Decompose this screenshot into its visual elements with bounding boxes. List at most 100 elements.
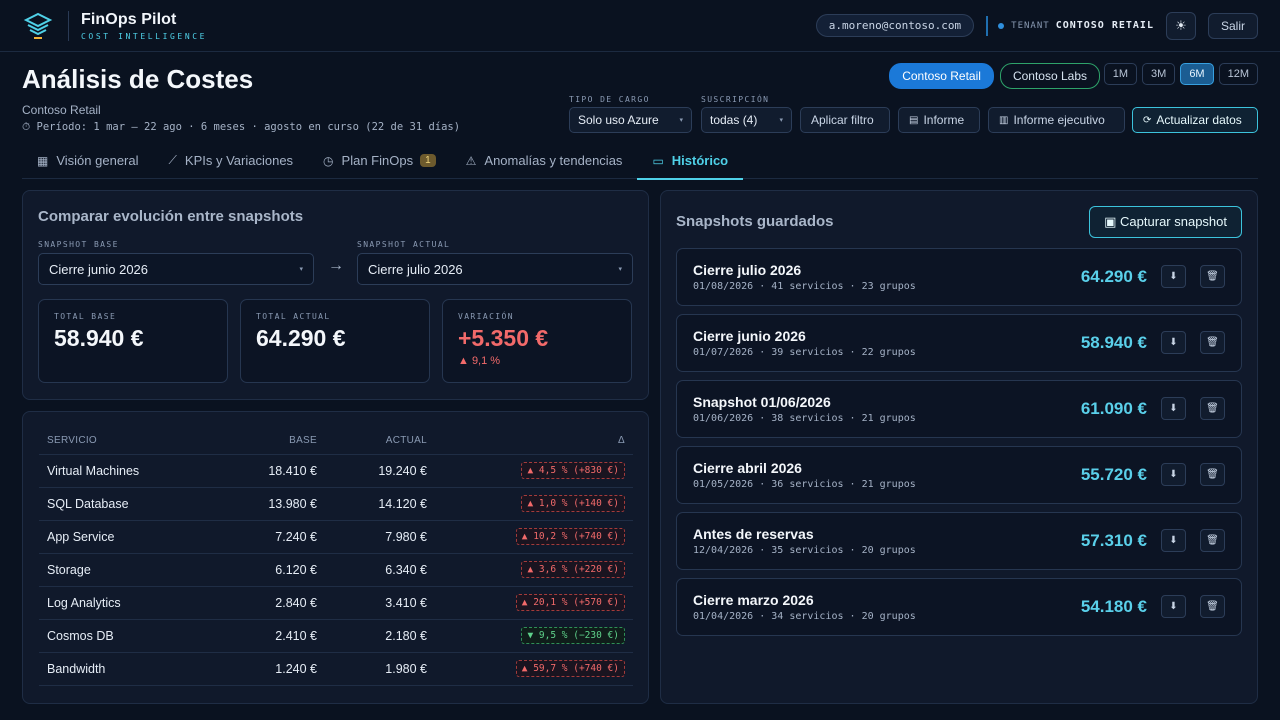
- cell-current: 7.980 €: [317, 520, 427, 554]
- executive-report-button[interactable]: ▥ Informe ejecutivo: [988, 107, 1125, 133]
- refresh-data-label: Actualizar datos: [1156, 113, 1242, 127]
- charge-type-value: Solo uso Azure: [578, 113, 659, 127]
- chevron-down-icon: ▾: [679, 117, 683, 124]
- tab-badge: 1: [420, 154, 436, 167]
- arrow-right-icon: →: [328, 257, 344, 274]
- app-logo-icon: [23, 12, 53, 39]
- calendar-icon: ▭: [652, 153, 664, 168]
- base-snapshot-select[interactable]: Cierre junio 2026 ▾: [38, 253, 314, 285]
- snapshot-name: Cierre junio 2026: [693, 328, 806, 344]
- cell-service: Storage: [39, 553, 189, 587]
- kpi-total-actual: TOTAL ACTUAL 64.290 €: [240, 299, 430, 383]
- clock-icon: ⏱: [22, 121, 31, 133]
- tab-vision-general[interactable]: ▦ Visión general: [22, 142, 154, 179]
- snapshot-name: Cierre julio 2026: [693, 262, 802, 278]
- services-table-panel: SERVICIO BASE ACTUAL Δ Virtual Machines 1…: [22, 411, 649, 704]
- delete-snapshot-button[interactable]: 🗑: [1200, 331, 1225, 354]
- executive-report-label: Informe ejecutivo: [1013, 113, 1105, 127]
- table-row: Storage 6.120 €6.340 € ▲ 3,6 % (+220 €): [39, 553, 633, 587]
- trash-icon: 🗑: [1206, 337, 1219, 348]
- delete-snapshot-button[interactable]: 🗑: [1200, 265, 1225, 288]
- subscription-value: todas (4): [710, 113, 758, 127]
- cell-base: 2.410 €: [189, 619, 317, 653]
- range-6m-button[interactable]: 6M: [1180, 63, 1214, 85]
- download-snapshot-button[interactable]: ⬇: [1161, 397, 1186, 420]
- current-snapshot-value: Cierre julio 2026: [368, 261, 463, 277]
- kpi-variation: VARIACIÓN +5.350 € ▲ 9,1 %: [442, 299, 632, 383]
- snapshot-card[interactable]: Cierre abril 2026 01/05/2026 · 36 servici…: [676, 446, 1242, 504]
- cell-base: 7.240 €: [189, 520, 317, 554]
- delta-badge: ▲ 10,2 % (+740 €): [515, 528, 625, 545]
- tab-historico[interactable]: ▭ Histórico: [637, 142, 743, 180]
- user-email[interactable]: a.moreno@contoso.com: [815, 14, 975, 37]
- trash-icon: 🗑: [1206, 601, 1219, 612]
- tenant-label: TENANT: [1011, 20, 1050, 31]
- snapshot-meta: 01/05/2026 · 36 servicios · 21 grupos: [693, 479, 916, 490]
- brand-divider: [68, 10, 69, 41]
- page-subtitle: Contoso Retail: [22, 103, 101, 117]
- snapshot-total: 54.180 €: [1080, 597, 1147, 616]
- table-row: Cosmos DB 2.410 €2.180 € ▼ 9,5 % (−230 €): [39, 619, 633, 653]
- snapshot-card[interactable]: Cierre junio 2026 01/07/2026 · 39 servici…: [676, 314, 1242, 372]
- services-table: SERVICIO BASE ACTUAL Δ Virtual Machines 1…: [39, 428, 633, 686]
- chevron-down-icon: ▾: [618, 266, 622, 273]
- delta-badge: ▼ 9,5 % (−230 €): [521, 627, 625, 644]
- table-header-row: SERVICIO BASE ACTUAL Δ: [39, 428, 633, 455]
- snapshot-meta: 01/07/2026 · 39 servicios · 22 grupos: [693, 347, 916, 358]
- cell-service: App Service: [39, 520, 189, 554]
- app-name: FinOps Pilot: [81, 10, 177, 28]
- delta-badge: ▲ 3,6 % (+220 €): [521, 561, 625, 578]
- table-row: Log Analytics 2.840 €3.410 € ▲ 20,1 % (+57…: [39, 586, 633, 620]
- delete-snapshot-button[interactable]: 🗑: [1200, 463, 1225, 486]
- tenant-pill-contoso-retail[interactable]: Contoso Retail: [889, 63, 994, 89]
- tenant-pill-contoso-labs[interactable]: Contoso Labs: [999, 63, 1100, 89]
- download-snapshot-button[interactable]: ⬇: [1161, 463, 1186, 486]
- apply-filter-button[interactable]: Aplicar filtro: [800, 107, 890, 133]
- kpi-delta: ▲ 9,1 %: [458, 355, 501, 367]
- apply-filter-label: Aplicar filtro: [811, 113, 874, 127]
- table-row: Virtual Machines 18.410 €19.240 € ▲ 4,5 % …: [39, 454, 633, 488]
- delete-snapshot-button[interactable]: 🗑: [1200, 397, 1225, 420]
- delete-snapshot-button[interactable]: 🗑: [1200, 529, 1225, 552]
- delta-badge: ▲ 4,5 % (+830 €): [521, 462, 625, 479]
- range-12m-button[interactable]: 12M: [1218, 63, 1258, 85]
- cell-service: Bandwidth: [39, 652, 189, 686]
- tab-plan-finops[interactable]: ◷ Plan FinOps 1: [308, 142, 451, 179]
- col-header-service: SERVICIO: [39, 428, 189, 455]
- download-icon: ⬇: [1169, 271, 1178, 282]
- snapshot-meta: 12/04/2026 · 35 servicios · 20 grupos: [693, 545, 916, 556]
- snapshot-card[interactable]: Cierre julio 2026 01/08/2026 · 41 servici…: [676, 248, 1242, 306]
- grid-icon: ▦: [37, 153, 49, 168]
- snapshot-card[interactable]: Snapshot 01/06/2026 01/06/2026 · 38 servi…: [676, 380, 1242, 438]
- tab-kpis[interactable]: ⟋ KPIs y Variaciones: [154, 142, 309, 179]
- charge-type-select[interactable]: Solo uso Azure ▾: [569, 107, 692, 133]
- subscription-select[interactable]: todas (4) ▾: [701, 107, 792, 133]
- theme-toggle-button[interactable]: ☀: [1165, 11, 1196, 40]
- logout-button[interactable]: Salir: [1207, 12, 1258, 39]
- col-header-current: ACTUAL: [317, 428, 427, 455]
- snapshots-title: Snapshots guardados: [676, 213, 834, 230]
- snapshot-name: Cierre abril 2026: [693, 460, 802, 476]
- refresh-icon: ⟳: [1143, 114, 1152, 126]
- current-snapshot-select[interactable]: Cierre julio 2026 ▾: [357, 253, 633, 285]
- snapshot-name: Snapshot 01/06/2026: [693, 394, 831, 410]
- tab-anomalias[interactable]: ⚠ Anomalías y tendencias: [451, 142, 638, 179]
- main-tabs: ▦ Visión general ⟋ KPIs y Variaciones ◷ …: [22, 142, 1258, 180]
- base-snapshot-value: Cierre junio 2026: [49, 261, 149, 277]
- report-button[interactable]: ▤ Informe: [898, 107, 980, 133]
- download-snapshot-button[interactable]: ⬇: [1161, 595, 1186, 618]
- snapshot-card[interactable]: Antes de reservas 12/04/2026 · 35 servici…: [676, 512, 1242, 570]
- download-icon: ⬇: [1169, 337, 1178, 348]
- tab-label: Plan FinOps: [341, 153, 414, 168]
- cell-base: 18.410 €: [189, 454, 317, 488]
- range-3m-button[interactable]: 3M: [1142, 63, 1176, 85]
- snapshot-card[interactable]: Cierre marzo 2026 01/04/2026 · 34 servici…: [676, 578, 1242, 636]
- download-snapshot-button[interactable]: ⬇: [1161, 265, 1186, 288]
- download-snapshot-button[interactable]: ⬇: [1161, 331, 1186, 354]
- chevron-down-icon: ▾: [299, 266, 303, 273]
- refresh-data-button[interactable]: ⟳ Actualizar datos: [1132, 107, 1258, 133]
- capture-snapshot-button[interactable]: ▣ Capturar snapshot: [1089, 206, 1242, 238]
- delete-snapshot-button[interactable]: 🗑: [1200, 595, 1225, 618]
- download-snapshot-button[interactable]: ⬇: [1161, 529, 1186, 552]
- range-1m-button[interactable]: 1M: [1103, 63, 1138, 85]
